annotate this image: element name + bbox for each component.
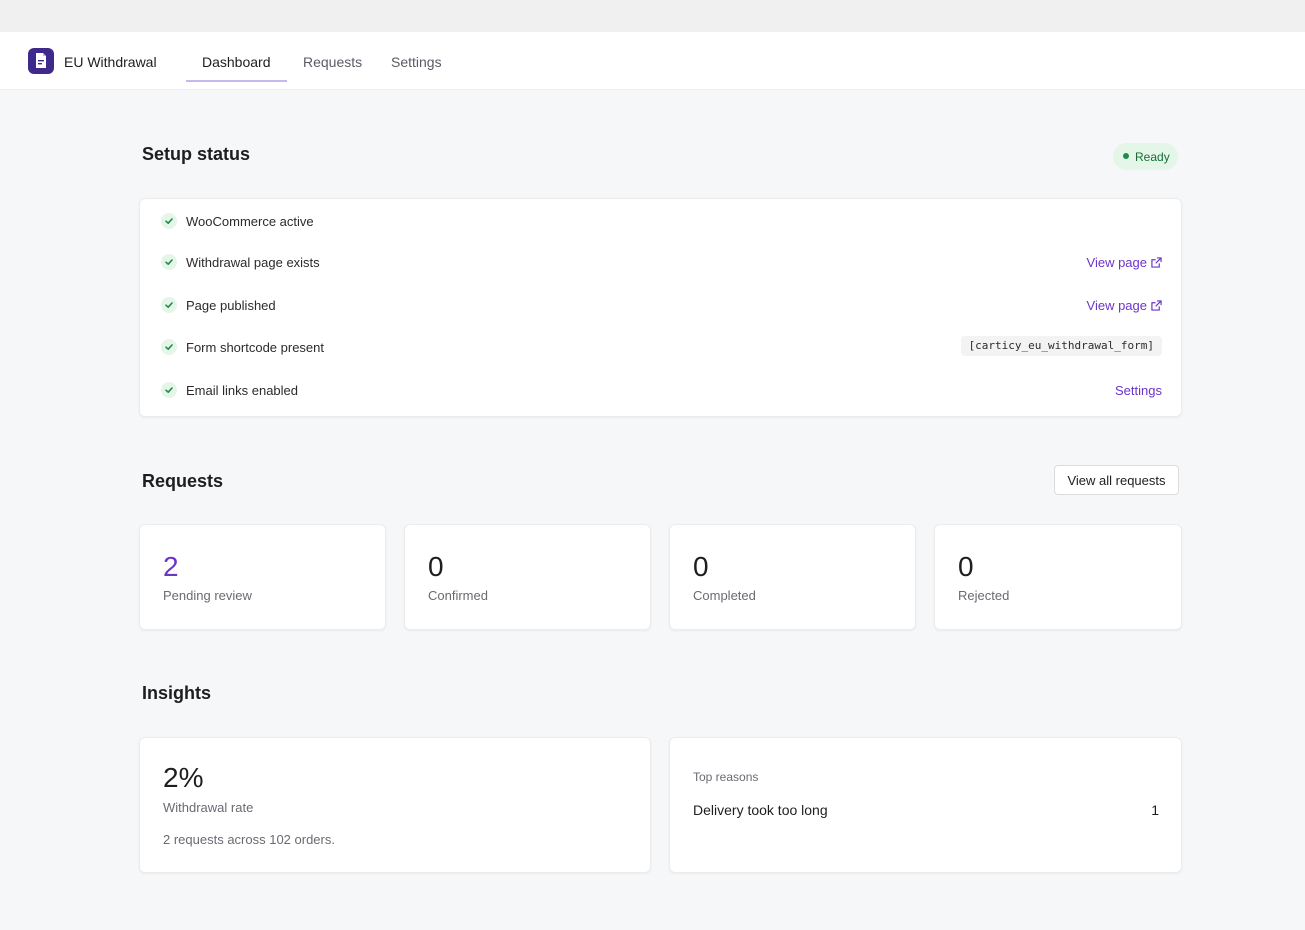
withdrawal-rate-value: 2% [163, 762, 204, 793]
tab-requests[interactable]: Requests [303, 54, 362, 70]
view-all-requests-button[interactable]: View all requests [1054, 465, 1179, 495]
reason-label: Delivery took too long [693, 802, 828, 818]
status-row-shortcode: Form shortcode present [carticy_eu_withd… [140, 332, 1182, 362]
stat-card-pending[interactable]: 2 Pending review [139, 524, 386, 630]
reason-count: 1 [1151, 802, 1159, 818]
view-page-link[interactable]: View page [1087, 298, 1162, 313]
check-icon [161, 382, 177, 398]
status-row-woocommerce: WooCommerce active [140, 206, 1182, 236]
status-row-label: Form shortcode present [186, 340, 325, 355]
top-reasons-title: Top reasons [693, 770, 759, 784]
browser-top-strip [0, 0, 1305, 32]
status-row-email-links: Email links enabled Settings [140, 375, 1182, 405]
status-row-label: Page published [186, 298, 276, 313]
stat-card-completed[interactable]: 0 Completed [669, 524, 916, 630]
status-row-label: Withdrawal page exists [186, 255, 320, 270]
status-badge: Ready [1113, 143, 1178, 170]
tab-settings[interactable]: Settings [391, 54, 442, 70]
app-title: EU Withdrawal [64, 54, 157, 70]
external-link-icon [1151, 300, 1162, 311]
view-page-link-label: View page [1086, 298, 1147, 313]
tab-dashboard[interactable]: Dashboard [202, 54, 271, 70]
view-page-link[interactable]: View page [1087, 255, 1162, 270]
app-logo-icon [28, 48, 54, 74]
stat-label: Rejected [958, 588, 1010, 603]
withdrawal-rate-card: 2% Withdrawal rate 2 requests across 102… [139, 737, 651, 873]
stat-value: 2 [163, 551, 179, 582]
stat-label: Completed [693, 588, 756, 603]
stat-value: 0 [428, 551, 444, 582]
check-icon [161, 254, 177, 270]
setup-status-card: WooCommerce active Withdrawal page exist… [139, 198, 1182, 417]
requests-title: Requests [142, 471, 224, 491]
withdrawal-rate-label: Withdrawal rate [163, 800, 254, 815]
stat-value: 0 [958, 551, 974, 582]
view-page-link-label: View page [1086, 255, 1147, 270]
status-row-label: WooCommerce active [186, 214, 314, 229]
withdrawal-rate-note: 2 requests across 102 orders. [163, 832, 335, 847]
status-row-label: Email links enabled [186, 383, 299, 398]
stat-card-confirmed[interactable]: 0 Confirmed [404, 524, 651, 630]
setup-status-title: Setup status [142, 144, 251, 164]
active-tab-underline [186, 80, 287, 82]
external-link-icon [1151, 257, 1162, 268]
settings-link[interactable]: Settings [1115, 383, 1162, 398]
stat-value: 0 [693, 551, 709, 582]
check-icon [161, 297, 177, 313]
stat-label: Pending review [163, 588, 252, 603]
stat-label: Confirmed [428, 588, 488, 603]
check-icon [161, 339, 177, 355]
status-row-page-published: Page published View page [140, 290, 1182, 320]
stat-card-rejected[interactable]: 0 Rejected [934, 524, 1182, 630]
check-icon [161, 213, 177, 229]
status-row-withdrawal-page: Withdrawal page exists View page [140, 247, 1182, 277]
status-badge-label: Ready [1135, 150, 1170, 164]
app-header: EU Withdrawal Dashboard Requests Setting… [0, 32, 1305, 90]
shortcode-chip: [carticy_eu_withdrawal_form] [960, 336, 1162, 356]
top-reasons-card: Top reasons Delivery took too long 1 [669, 737, 1182, 873]
reason-row: Delivery took too long 1 [693, 802, 1159, 822]
status-dot-icon [1123, 153, 1129, 159]
insights-title: Insights [142, 683, 212, 703]
